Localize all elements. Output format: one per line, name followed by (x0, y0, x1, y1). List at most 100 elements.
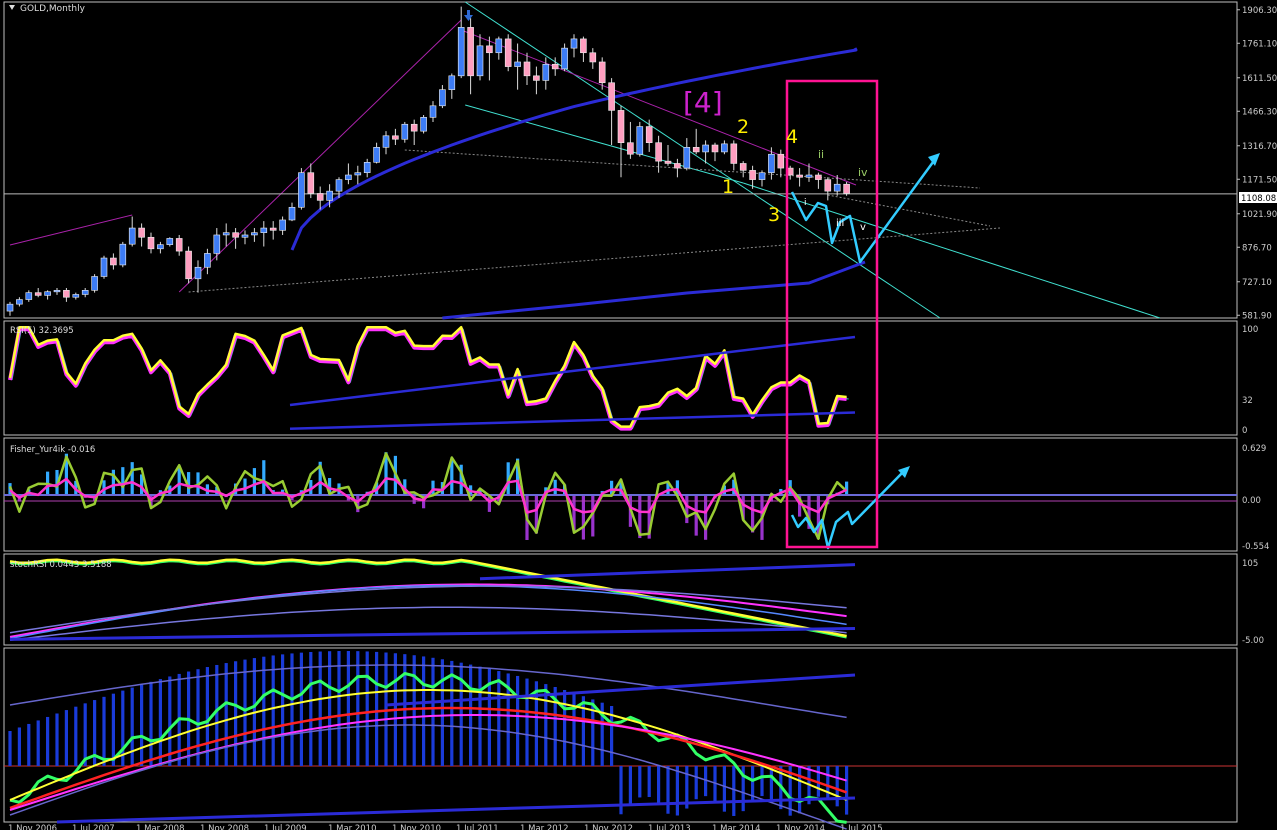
candle-bearish (645, 126, 653, 144)
bottom-indicator-panel (4, 651, 1237, 830)
fisher-histogram-bar (431, 480, 435, 495)
histogram-bar (281, 654, 285, 766)
time-tick-label: 1 Mar 2012 (520, 824, 568, 830)
fisher-histogram-bar (581, 495, 585, 540)
highlight-box (785, 79, 879, 549)
candle-bearish (598, 61, 606, 84)
candle-bullish (81, 290, 89, 295)
candle-bullish (758, 172, 766, 180)
wave-label-4: 4 (786, 126, 798, 148)
stochrsi-label: stochRSI 0.0443 3.5188 (10, 560, 112, 570)
fisher-histogram-bar (121, 467, 125, 495)
rsi-panel (8, 325, 856, 431)
histogram-bar (375, 651, 379, 766)
time-tick-label: 1 Nov 2014 (776, 824, 825, 830)
rsi-label: RSI(5) 32.3695 (10, 326, 74, 336)
moving-average-long (442, 260, 866, 320)
candle-bearish (63, 290, 70, 298)
menu-triangle-icon[interactable] (9, 5, 15, 10)
wave-label-1: 1 (722, 176, 734, 198)
stochrsi-panel (9, 558, 856, 641)
histogram-bar (224, 663, 228, 766)
candle-bullish (382, 135, 390, 148)
candle-bullish (72, 294, 80, 298)
price-tick-label: 1466.30 (1242, 107, 1277, 117)
fisher-panel (4, 452, 1237, 550)
histogram-bar (384, 652, 388, 766)
candle-bullish (128, 227, 136, 245)
candle-bearish (749, 170, 756, 180)
candle-bearish (110, 257, 117, 266)
wave-label-iv: iv (858, 166, 868, 179)
candle-bullish (363, 162, 371, 173)
candle-bullish (194, 266, 202, 280)
price-tick-label: 1171.50 (1242, 175, 1277, 185)
time-tick-label: 1 Jul 2013 (648, 824, 691, 830)
candle-bearish (486, 45, 493, 54)
candle-bullish (495, 38, 503, 54)
candle-bearish (392, 135, 399, 140)
chart-canvas[interactable]: 1906.30 1761.10 1611.50 1466.30 1316.70 1171.… (0, 0, 1277, 830)
candle-bullish (833, 183, 841, 192)
candle-bearish (410, 123, 418, 132)
candle-bearish (232, 232, 239, 238)
candle-bearish (608, 82, 615, 111)
histogram-bar (27, 723, 31, 766)
candle-bullish (345, 174, 352, 180)
histogram-bar (760, 766, 764, 797)
time-tick-label: 1 Mar 2008 (136, 824, 184, 830)
price-tick-label: 1906.30 (1242, 6, 1277, 16)
histogram-bar (516, 675, 520, 766)
candle-bearish (617, 110, 625, 144)
fisher-histogram-bar (262, 460, 266, 495)
wave-label-i: i (804, 198, 807, 208)
candle-bullish (401, 123, 409, 140)
histogram-bar (8, 731, 12, 766)
candle-bearish (467, 27, 474, 77)
candle-bearish (185, 250, 192, 280)
projection-arrow-head (928, 153, 940, 166)
candle-bullish (25, 292, 33, 300)
bottom-red-line (9, 706, 848, 810)
bottom-yellow-line (9, 689, 847, 801)
candle-bullish (683, 147, 691, 169)
candle-bullish (542, 63, 550, 81)
fisher-histogram-bar (252, 468, 256, 495)
candle-bullish (260, 227, 268, 233)
histogram-bar (675, 766, 679, 816)
candle-bullish (354, 172, 362, 176)
channel-upper-line (464, 1, 941, 319)
rsi-tick-label: 32 (1242, 396, 1253, 406)
dashed-neckline (404, 149, 981, 189)
histogram-bar (111, 693, 115, 766)
candle-bullish (241, 234, 249, 238)
histogram-bar (440, 659, 444, 766)
histogram-bar (572, 693, 576, 766)
histogram-bar (365, 651, 369, 766)
bottom-green-line (9, 672, 847, 824)
fisher-tick-label: 0.00 (1242, 496, 1261, 506)
candle-bullish (213, 234, 221, 254)
histogram-bar (356, 651, 360, 766)
time-tick-label: 1 Jul 2009 (264, 824, 307, 830)
histogram-bar (328, 651, 332, 766)
histogram-bar (299, 652, 303, 766)
rsi-tick-label: 100 (1242, 325, 1258, 335)
stochrsi-trend-lower (9, 627, 856, 641)
histogram-bar (140, 684, 144, 766)
histogram-bar (666, 766, 670, 814)
time-tick-label: 1 Mar 2014 (712, 824, 760, 830)
stochrsi-trend-upper (479, 563, 856, 581)
histogram-bar (798, 766, 802, 814)
chart-title: GOLD,Monthly (20, 4, 86, 14)
candle-bearish (711, 144, 719, 153)
candle-bearish (533, 75, 540, 81)
price-tick-label: 876.70 (1242, 243, 1272, 253)
candle-bullish (53, 290, 61, 293)
histogram-bar (628, 766, 632, 806)
histogram-bar (412, 655, 416, 766)
wave-label-2: 2 (737, 116, 749, 138)
rsi-shadow-line (8, 327, 847, 431)
current-price-label: 1108.08 (1241, 194, 1276, 204)
fisher-histogram-bar (704, 495, 708, 540)
